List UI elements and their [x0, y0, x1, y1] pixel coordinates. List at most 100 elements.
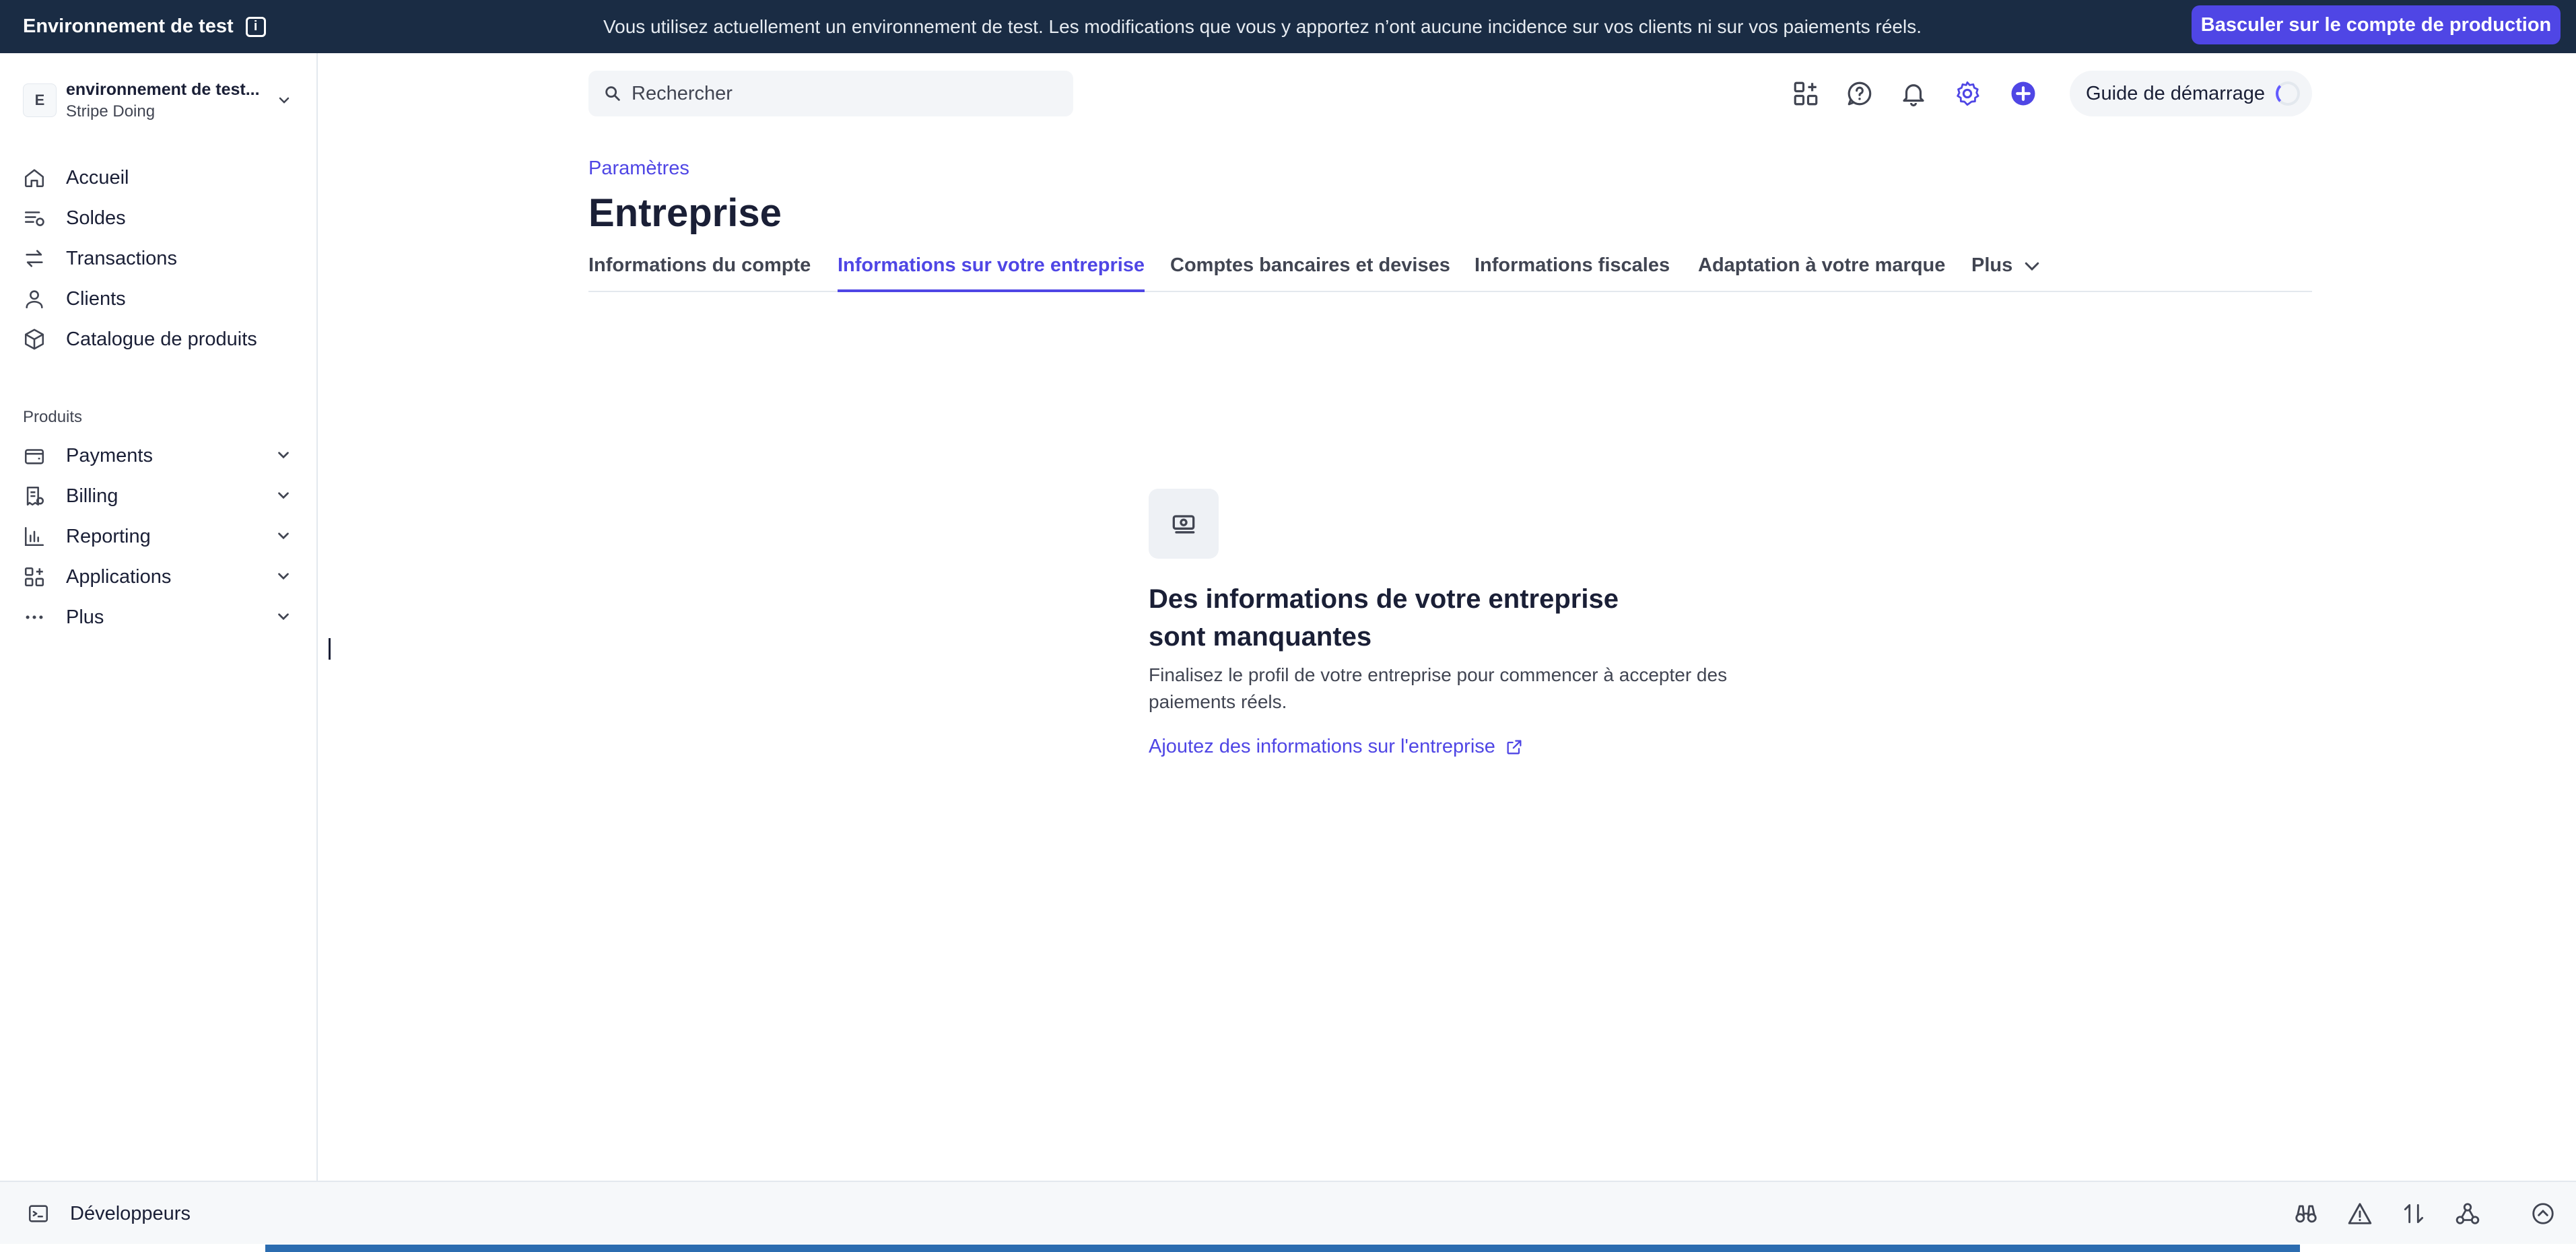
tab-plus-label: Plus: [1971, 254, 2013, 276]
terminal-icon: [28, 1205, 48, 1222]
warning-icon: [2348, 1203, 2372, 1224]
inspector-button[interactable]: [2293, 1201, 2319, 1226]
plus-circle-icon: [2011, 81, 2035, 106]
main-nav: Accueil Soldes Transactions Clients Cata…: [23, 158, 292, 359]
sidebar-item-soldes[interactable]: Soldes: [23, 198, 292, 238]
sidebar-item-clients[interactable]: Clients: [23, 279, 292, 319]
sidebar-item-label: Payments: [66, 444, 153, 466]
products-section-label: Produits: [23, 408, 83, 426]
banner-title-text: Environnement de test: [23, 15, 234, 37]
empty-state-description: Finalisez le profil de votre entreprise …: [1149, 662, 1795, 716]
sidebar-item-label: Applications: [66, 565, 172, 588]
chevron-down-icon: [2025, 262, 2039, 271]
sidebar-item-accueil[interactable]: Accueil: [23, 158, 292, 198]
settings-button[interactable]: [1953, 79, 1981, 108]
empty-state-description-line: Finalisez le profil de votre entreprise …: [1149, 664, 1728, 685]
sidebar-item-transactions[interactable]: Transactions: [23, 238, 292, 279]
apps-grid-button[interactable]: [1792, 79, 1820, 108]
sort-arrows-icon: [2404, 1204, 2424, 1224]
developers-button[interactable]: Développeurs: [27, 1182, 191, 1245]
products-nav: Payments Billing Reporting Applications …: [23, 436, 292, 637]
search-input[interactable]: [632, 82, 1036, 105]
expand-devbar-button[interactable]: [2530, 1201, 2556, 1226]
account-name: environnement de test...: [66, 79, 260, 99]
banner-title: Environnement de test i: [23, 0, 266, 53]
notifications-button[interactable]: [1899, 79, 1928, 108]
chevron-down-icon: [278, 452, 289, 459]
sidebar-item-label: Catalogue de produits: [66, 328, 257, 350]
money-icon: [1172, 515, 1195, 534]
chevron-down-icon: [278, 573, 289, 580]
webhook-icon: [2455, 1203, 2480, 1224]
sidebar-item-label: Billing: [66, 485, 118, 507]
empty-state-description-line: paiements réels.: [1149, 691, 1287, 712]
gear-icon: [1957, 81, 1979, 106]
create-button[interactable]: [2009, 79, 2037, 108]
binoculars-icon: [2295, 1205, 2317, 1223]
text-cursor: [329, 638, 331, 660]
sidebar-item-label: Transactions: [66, 247, 177, 269]
more-icon: [26, 615, 43, 619]
sidebar-item-payments[interactable]: Payments: [23, 436, 292, 476]
person-icon: [26, 290, 43, 309]
help-icon: [1848, 81, 1872, 106]
errors-button[interactable]: [2347, 1201, 2373, 1226]
tab-comptes-bancaires[interactable]: Comptes bancaires et devises: [1170, 249, 1450, 292]
breadcrumb[interactable]: Paramètres: [588, 158, 689, 180]
developers-bar: Développeurs: [0, 1181, 2576, 1244]
sidebar-item-label: Plus: [66, 606, 104, 628]
tab-informations-du-compte[interactable]: Informations du compte: [588, 249, 811, 292]
home-icon: [24, 169, 44, 188]
info-icon[interactable]: i: [245, 16, 266, 37]
sidebar-item-label: Accueil: [66, 166, 129, 188]
chevron-down-icon: [278, 492, 289, 499]
sidebar-item-label: Soldes: [66, 207, 126, 229]
tab-plus[interactable]: Plus: [1971, 249, 2042, 292]
sidebar-item-catalogue[interactable]: Catalogue de produits: [23, 319, 292, 359]
chevron-down-icon: [278, 532, 289, 540]
empty-state-title: Des informations de votre entreprise son…: [1149, 580, 1660, 656]
apps-icon: [24, 567, 44, 587]
sidebar-item-label: Reporting: [66, 525, 151, 547]
box-icon: [24, 328, 44, 350]
webhooks-button[interactable]: [2455, 1201, 2480, 1226]
banner-message: Vous utilisez actuellement un environnem…: [603, 15, 1922, 37]
tab-informations-fiscales[interactable]: Informations fiscales: [1475, 249, 1670, 292]
settings-tabs: Informations du compte Informations sur …: [588, 249, 2312, 292]
sidebar-item-applications[interactable]: Applications: [23, 557, 292, 597]
account-subtitle: Stripe Doing: [66, 102, 156, 120]
sidebar: E environnement de test... Stripe Doing …: [0, 53, 318, 1181]
chevron-down-icon: [279, 97, 290, 104]
switch-to-production-button[interactable]: Basculer sur le compte de production: [2192, 5, 2561, 44]
setup-guide-label: Guide de démarrage: [2086, 82, 2265, 104]
empty-state-title-line: sont manquantes: [1149, 622, 1372, 652]
sidebar-item-billing[interactable]: Billing: [23, 476, 292, 516]
sidebar-item-reporting[interactable]: Reporting: [23, 516, 292, 557]
help-button[interactable]: [1845, 79, 1874, 108]
loading-progress-bar: [265, 1245, 2300, 1252]
tab-informations-entreprise[interactable]: Informations sur votre entreprise: [838, 249, 1145, 292]
search-bar[interactable]: [588, 71, 1073, 116]
add-business-info-label: Ajoutez des informations sur l'entrepris…: [1149, 736, 1495, 757]
sidebar-item-plus[interactable]: Plus: [23, 597, 292, 637]
sidebar-item-label: Clients: [66, 287, 126, 310]
requests-button[interactable]: [2401, 1201, 2427, 1226]
page-title: Entreprise: [588, 191, 782, 235]
setup-guide-button[interactable]: Guide de démarrage: [2070, 71, 2312, 116]
billing-icon: [26, 486, 44, 506]
chevron-up-circle-icon: [2532, 1203, 2554, 1224]
test-mode-banner: Environnement de test i Vous utilisez ac…: [0, 0, 2576, 53]
search-icon: [605, 86, 620, 101]
developers-label: Développeurs: [70, 1202, 191, 1224]
apps-icon: [1794, 81, 1818, 106]
external-link-icon: [1507, 740, 1522, 754]
empty-state-title-line: Des informations de votre entreprise: [1149, 584, 1619, 614]
account-switcher[interactable]: E environnement de test... Stripe Doing: [23, 73, 292, 127]
tab-adaptation-marque[interactable]: Adaptation à votre marque: [1698, 249, 1945, 292]
add-business-info-link[interactable]: Ajoutez des informations sur l'entrepris…: [1149, 736, 1524, 758]
balances-icon: [24, 211, 44, 226]
chart-icon: [24, 526, 44, 547]
transactions-icon: [26, 250, 43, 267]
bell-icon: [1903, 84, 1924, 107]
progress-ring-icon: [2276, 81, 2300, 106]
